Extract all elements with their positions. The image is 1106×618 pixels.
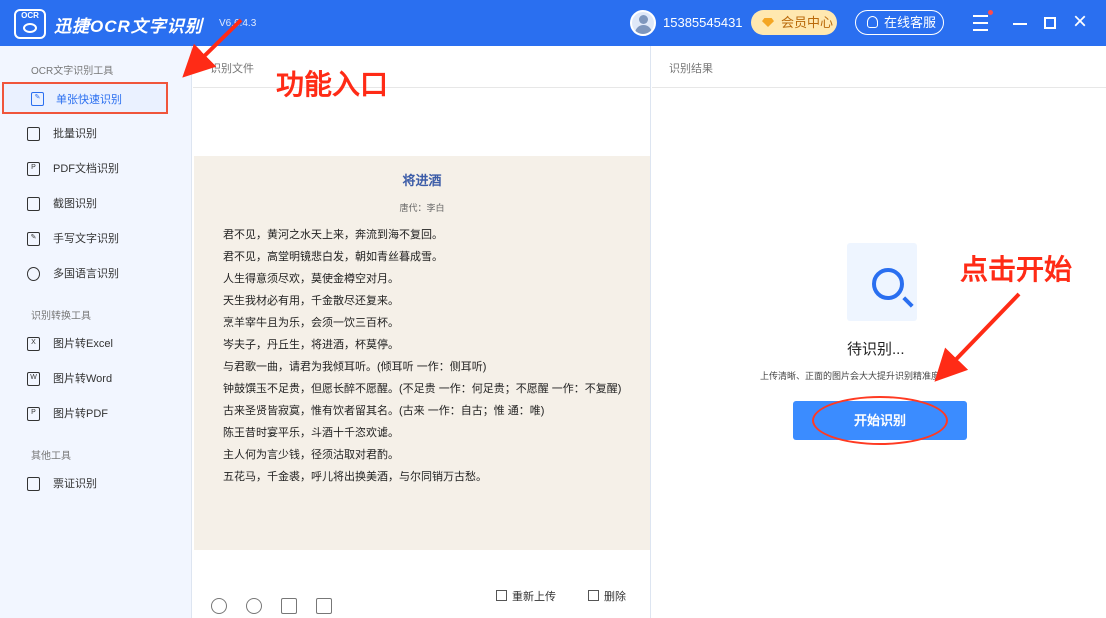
document-edit-icon: ✎ (31, 92, 44, 106)
sidebar: OCR文字识别工具 ✎ 单张快速识别 批量识别 P PDF文档识别 截图识别 ✎ 手写… (0, 46, 192, 618)
zoom-out-icon[interactable] (246, 598, 262, 614)
ocr-logo: OCR (14, 9, 46, 39)
sidebar-item-single-fast-recognition[interactable]: ✎ 单张快速识别 (2, 82, 168, 114)
avatar[interactable] (630, 10, 656, 36)
upload-icon (496, 590, 507, 601)
poem-line: 人生得意须尽欢，莫使金樽空对月。 (223, 273, 399, 285)
result-panel-title: 识别结果 (669, 63, 713, 75)
document-preview: 将进酒 唐代：李白 君不见，黄河之水天上来，奔流到海不复回。 君不见，高堂明镜悲… (194, 156, 650, 550)
start-recognition-button[interactable]: 开始识别 (793, 401, 967, 440)
rotate-icon[interactable] (281, 598, 297, 614)
sidebar-item-image-to-excel[interactable]: X 图片转Excel (27, 332, 177, 356)
ticket-icon (27, 477, 40, 491)
poem-title: 将进酒 (402, 173, 442, 188)
poem-line: 古来圣贤皆寂寞，惟有饮者留其名。(古来 一作：自古；惟 通：唯) (223, 405, 545, 417)
pdf-file-icon: P (27, 407, 40, 421)
poem-line: 君不见，黄河之水天上来，奔流到海不复回。 (223, 229, 443, 241)
excel-icon: X (27, 337, 40, 351)
zoom-in-icon[interactable] (211, 598, 227, 614)
title-bar: OCR 迅捷OCR文字识别 V6.6.4.3 15385545431 会员中心 … (0, 0, 1106, 46)
sidebar-item-handwriting-recognition[interactable]: ✎ 手写文字识别 (27, 227, 177, 251)
delete-button[interactable]: 删除 (588, 588, 626, 604)
online-service-button[interactable]: 在线客服 (855, 10, 944, 35)
user-phone[interactable]: 15385545431 (663, 15, 743, 30)
poem-author: 唐代：李白 (399, 203, 445, 213)
sidebar-item-image-to-word[interactable]: W 图片转Word (27, 367, 177, 391)
eye-icon (23, 23, 37, 33)
result-panel: 识别结果 待识别... 上传清晰、正面的图片会大大提升识别精准度 开始识别 (652, 46, 1106, 618)
document-search-icon (832, 235, 917, 321)
fit-screen-icon[interactable] (316, 598, 332, 614)
sidebar-section-ocr: OCR文字识别工具 (31, 66, 114, 77)
pen-icon: ✎ (27, 232, 40, 246)
app-title: 迅捷OCR文字识别 (54, 17, 203, 36)
poem-line: 主人何为言少钱，径须沽取对君酌。 (223, 449, 399, 461)
sidebar-item-pdf-recognition[interactable]: P PDF文档识别 (27, 157, 177, 181)
poem-line: 陈王昔时宴平乐，斗酒十千恣欢谑。 (223, 427, 399, 439)
recognition-status: 待识别... (847, 341, 905, 358)
result-header-divider (652, 87, 1106, 88)
poem-line: 钟鼓馔玉不足贵，但愿长醉不愿醒。(不足贵 一作：何足贵；不愿醒 一作：不复醒) (223, 383, 622, 395)
crop-icon (27, 197, 40, 211)
user-service-icon (867, 16, 878, 28)
notification-dot (988, 10, 993, 15)
vip-center-button[interactable]: 会员中心 (751, 10, 837, 35)
close-button[interactable]: × (1067, 10, 1093, 36)
sidebar-item-screenshot-recognition[interactable]: 截图识别 (27, 192, 177, 216)
poem-line: 天生我材必有用，千金散尽还复来。 (223, 295, 399, 307)
reupload-button[interactable]: 重新上传 (496, 588, 556, 604)
document-panel: 识别文件 将进酒 唐代：李白 君不见，黄河之水天上来，奔流到海不复回。 君不见，… (193, 46, 651, 618)
word-icon: W (27, 372, 40, 386)
maximize-button[interactable] (1037, 10, 1063, 36)
function-entry-annotation: 功能入口 (276, 69, 389, 100)
sidebar-item-multilingual-recognition[interactable]: 多国语言识别 (27, 262, 177, 286)
poem-line: 五花马，千金裘，呼儿将出换美酒，与尔同销万古愁。 (223, 471, 487, 483)
pdf-icon: P (27, 162, 40, 176)
click-start-annotation: 点击开始 (960, 254, 1073, 285)
sidebar-item-ticket-recognition[interactable]: 票证识别 (27, 472, 177, 496)
sidebar-item-batch-recognition[interactable]: 批量识别 (27, 122, 177, 146)
sidebar-section-other: 其他工具 (31, 451, 71, 462)
document-header-divider (193, 87, 650, 88)
trash-icon (588, 590, 599, 601)
version-label: V6.6.4.3 (219, 18, 257, 29)
poem-line: 岑夫子，丹丘生，将进酒，杯莫停。 (223, 339, 399, 351)
globe-icon (27, 267, 40, 281)
poem-line: 烹羊宰牛且为乐，会须一饮三百杯。 (223, 317, 399, 329)
magnifier-icon (872, 268, 904, 300)
stack-icon (27, 127, 40, 141)
sidebar-item-image-to-pdf[interactable]: P 图片转PDF (27, 402, 177, 426)
poem-line: 与君歌一曲，请君为我倾耳听。(倾耳听 一作：侧耳听) (223, 361, 487, 373)
sidebar-section-conversion: 识别转换工具 (31, 311, 91, 322)
poem-line: 君不见，高堂明镜悲白发，朝如青丝暮成雪。 (223, 251, 443, 263)
upload-hint: 上传清晰、正面的图片会大大提升识别精准度 (760, 371, 941, 381)
document-panel-title: 识别文件 (210, 63, 254, 75)
diamond-icon (762, 18, 774, 27)
minimize-button[interactable] (1007, 10, 1033, 36)
